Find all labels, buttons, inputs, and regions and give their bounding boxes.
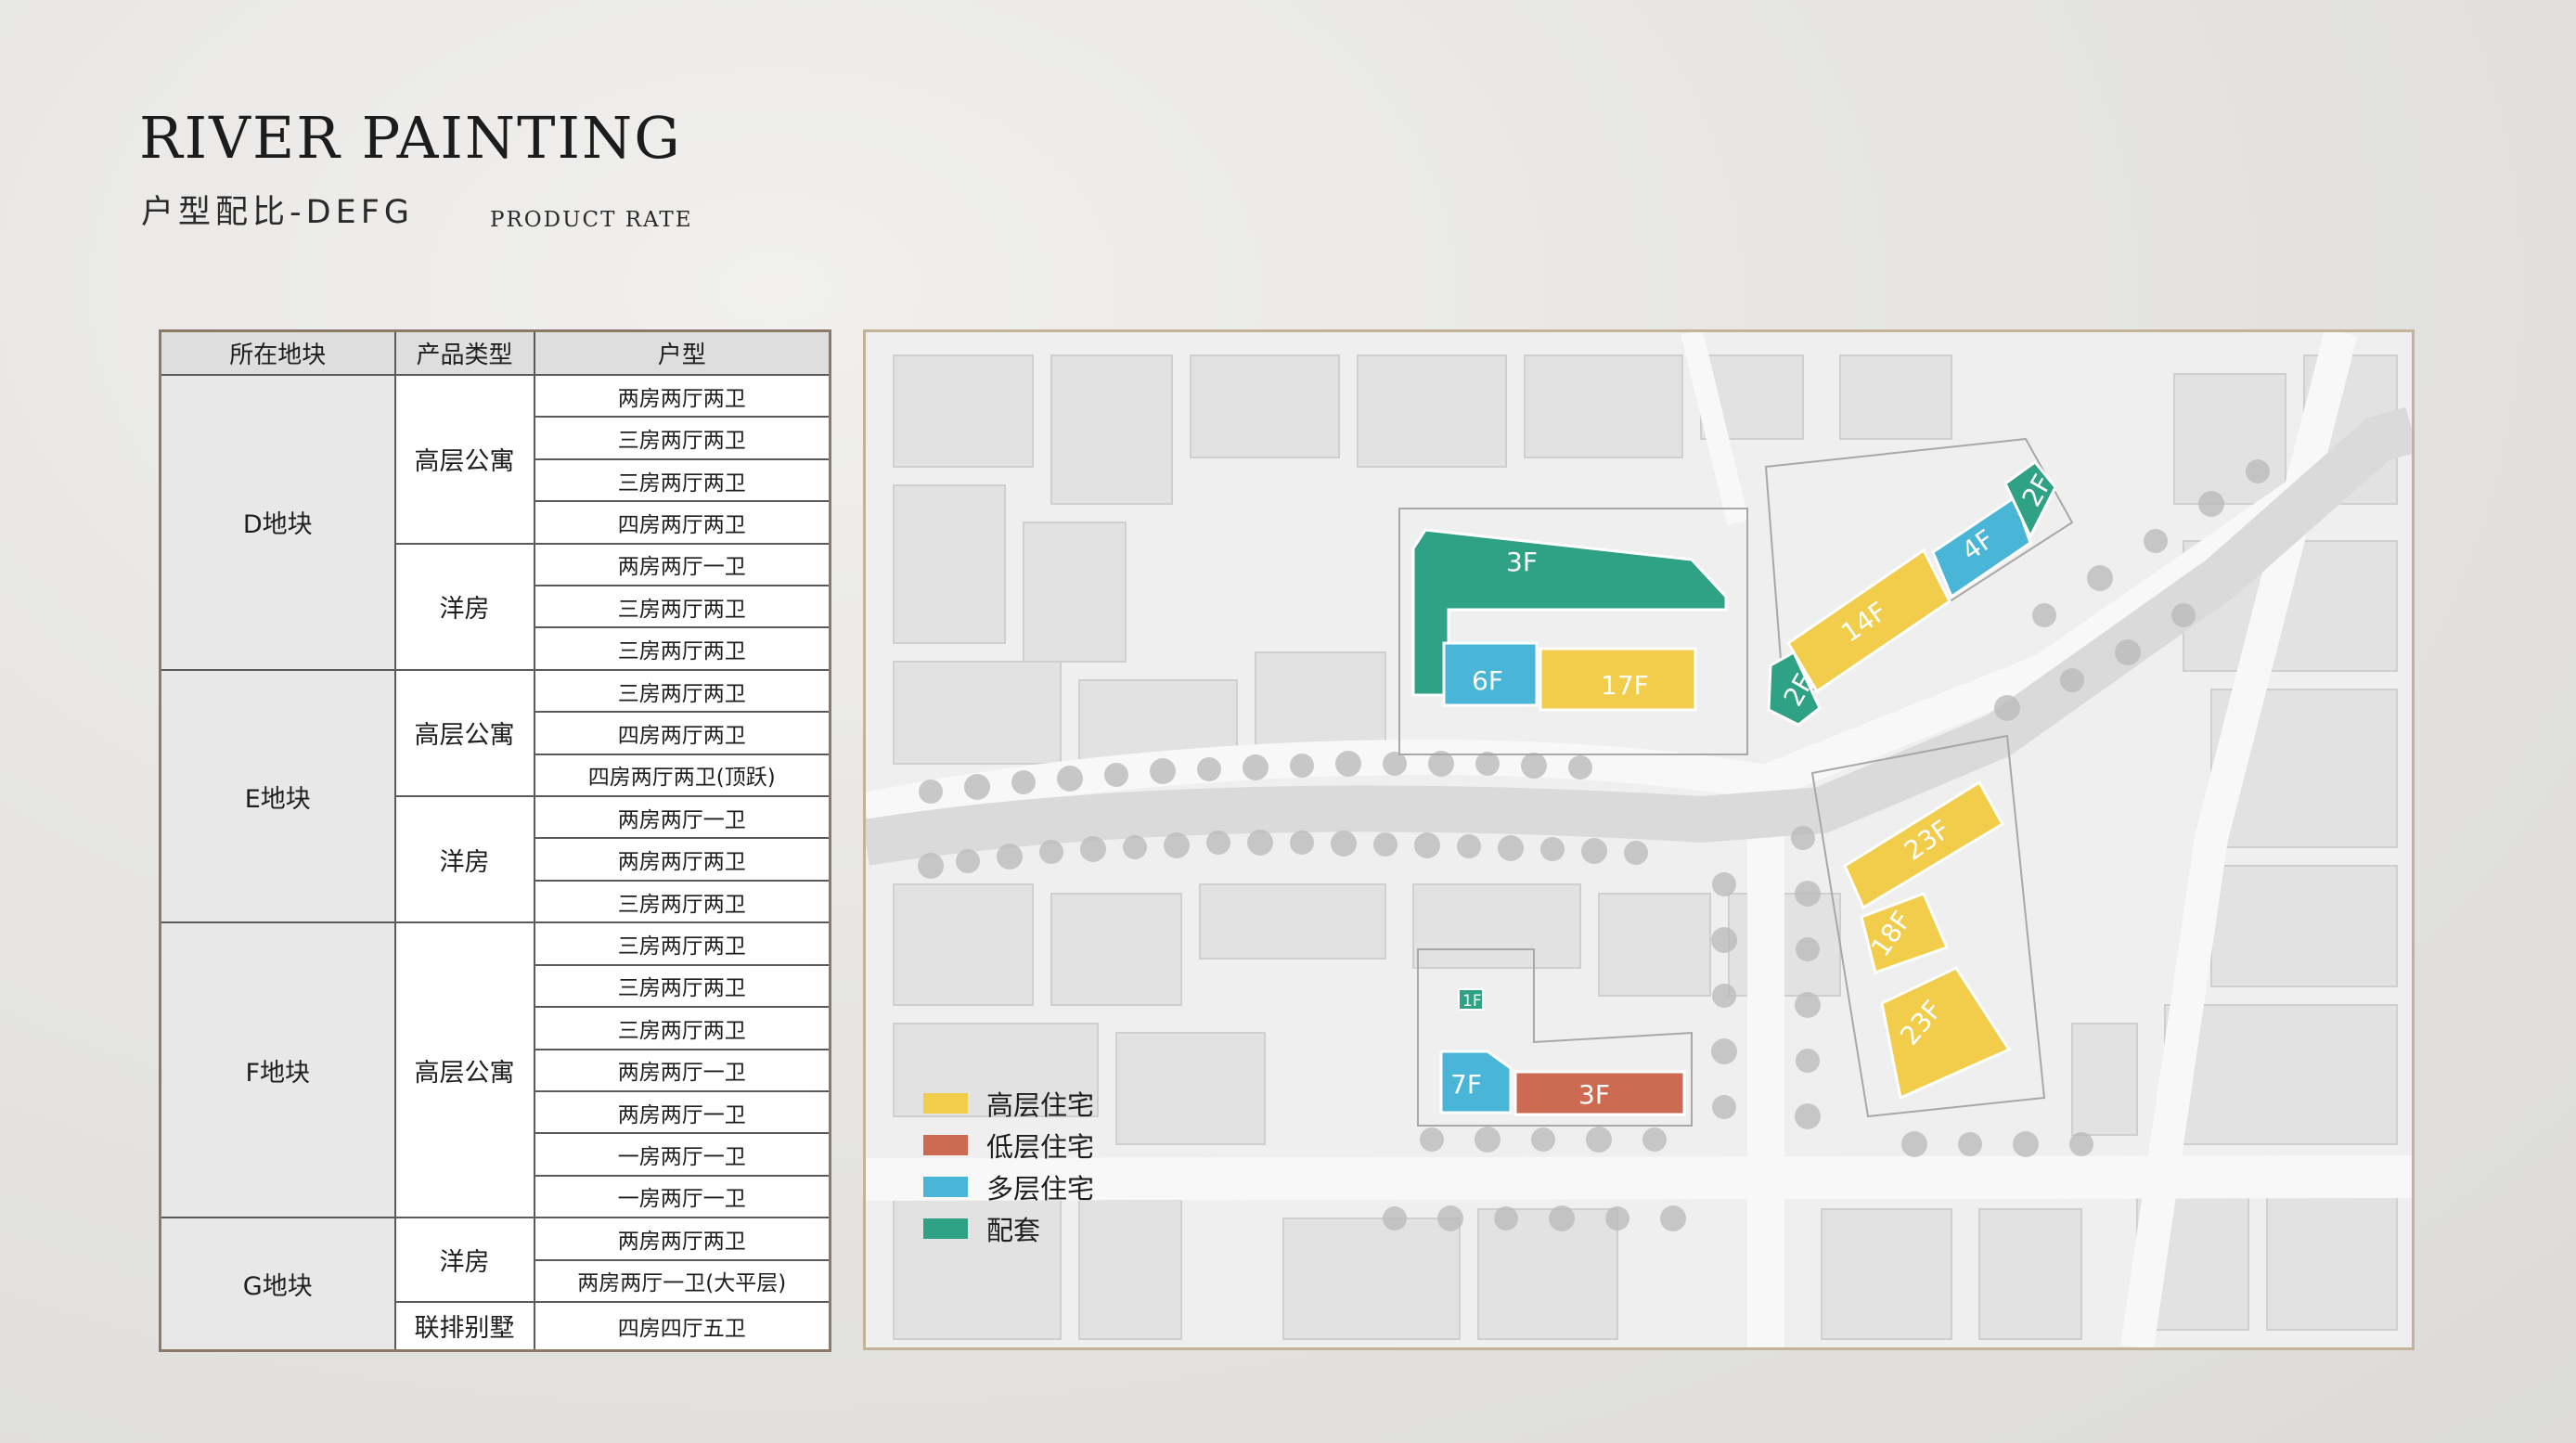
product-type-cell: 洋房 [393,542,535,671]
legend-swatch [923,1218,968,1239]
plot-cell: E地块 [159,668,396,924]
unit-cell: 三房两厅两卫 [533,585,831,629]
building-label: 6F [1472,665,1503,696]
site-plan-map: 3F 6F 17F 2F 4F 2F 14F 23F 18F 23F 1F 7F… [863,329,2415,1350]
product-type-cell: 联排别墅 [393,1300,535,1352]
table-header-row: 所在地块 产品类型 户型 [159,329,831,376]
product-type-cell: 高层公寓 [393,374,535,545]
unit-cell: 四房两厅两卫 [533,711,831,755]
page-subtitle: 户型配比-DEFG [141,194,414,231]
unit-cell: 两房两厅两卫 [533,837,831,882]
legend-swatch [923,1134,968,1155]
unit-cell: 四房两厅两卫 [533,500,831,545]
building-label: 7F [1450,1069,1482,1100]
legend-item-mid-rise: 多层住宅 [923,1166,1094,1207]
unit-cell: 三房两厅两卫 [533,626,831,671]
product-rate-table: 所在地块 产品类型 户型 D地块 高层公寓 两房两厅两卫 三房两厅两卫 三房两厅… [159,329,831,1352]
legend-label: 低层住宅 [986,1130,1095,1163]
unit-cell: 一房两厅一卫 [533,1174,831,1219]
product-type-cell: 洋房 [393,795,535,924]
legend-label: 高层住宅 [986,1089,1095,1121]
table-row: D地块 高层公寓 两房两厅两卫 [159,373,831,671]
building-g-1f: 1F [1458,988,1484,1011]
product-type-cell: 高层公寓 [393,668,535,798]
legend-label: 多层住宅 [986,1172,1095,1205]
header-unit-type: 户型 [533,329,831,376]
page-title: RIVER PAINTING [139,104,682,172]
legend-item-amenity: 配套 [923,1207,1094,1249]
table-row: G地块 洋房 两房两厅两卫 [159,1217,831,1352]
table-row: E地块 高层公寓 三房两厅两卫 [159,668,831,924]
unit-cell: 两房两厅两卫 [533,373,831,419]
product-type-cell: 洋房 [393,1217,535,1303]
legend-item-high-rise: 高层住宅 [923,1082,1094,1124]
unit-cell: 三房两厅两卫 [533,879,831,924]
unit-cell: 两房两厅一卫 [533,1048,831,1092]
building-label: 3F [1578,1079,1610,1110]
unit-cell: 三房两厅两卫 [533,1006,831,1050]
page-subtitle-en: PRODUCT RATE [490,208,693,232]
product-type-cell: 高层公寓 [393,921,535,1219]
unit-cell: 两房两厅一卫 [533,795,831,840]
unit-cell: 两房两厅一卫(大平层) [533,1258,831,1303]
legend-item-low-rise: 低层住宅 [923,1124,1094,1166]
unit-cell: 三房两厅两卫 [533,963,831,1009]
plot-cell: D地块 [159,374,396,671]
unit-cell: 三房两厅两卫 [533,668,831,714]
unit-cell: 两房两厅一卫 [533,542,831,587]
unit-cell: 三房两厅两卫 [533,921,831,966]
unit-cell: 三房两厅两卫 [533,457,831,503]
building-label: 1F [1462,992,1482,1011]
header-plot: 所在地块 [159,329,396,376]
building-g-3f: 3F [1513,1070,1686,1116]
table-row: F地块 高层公寓 三房两厅两卫 [159,921,831,1219]
unit-cell: 三房两厅两卫 [533,416,831,460]
building-label: 3F [1506,547,1538,577]
site-plan-svg: 3F 6F 17F 2F 4F 2F 14F 23F 18F 23F 1F 7F… [866,332,2412,1347]
unit-cell: 四房两厅两卫(顶跃) [533,753,831,798]
map-legend: 高层住宅 低层住宅 多层住宅 配套 [923,1082,1094,1249]
plot-cell: F地块 [159,921,396,1219]
building-g-7f: 7F [1439,1050,1513,1114]
legend-swatch [923,1092,968,1114]
legend-label: 配套 [986,1214,1041,1246]
unit-cell: 两房两厅两卫 [533,1217,831,1261]
building-d-17f: 17F [1539,647,1697,712]
unit-cell: 两房两厅一卫 [533,1089,831,1135]
legend-swatch [923,1176,968,1197]
header-product-type: 产品类型 [393,329,535,376]
building-d-6f: 6F [1442,641,1539,707]
plot-cell: G地块 [159,1217,396,1352]
unit-cell: 一房两厅一卫 [533,1132,831,1177]
building-label: 17F [1601,670,1649,701]
unit-cell: 四房四厅五卫 [533,1300,831,1352]
